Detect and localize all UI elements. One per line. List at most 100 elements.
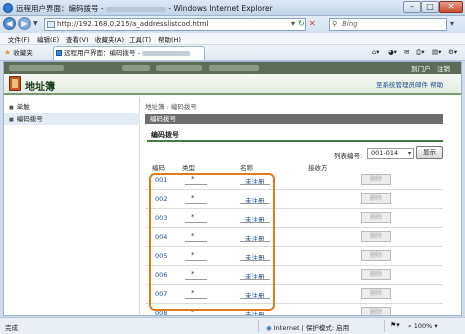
row-type-underline xyxy=(185,222,207,223)
row-code: 006 xyxy=(155,271,168,279)
list-number-select[interactable]: 001-014 ▾ xyxy=(367,148,414,159)
bullet-icon: ■ xyxy=(9,105,14,111)
protected-mode-icon[interactable]: ⚑▾ xyxy=(390,321,400,329)
tools-menu-icon[interactable]: ⚙▾ xyxy=(448,48,457,56)
favorites-bar: ★ 收藏夹 远程用户界面：编码拨号 - ⌂▾ ◕▾ ✉ ⎙▾ ▤▾ ⚙▾ xyxy=(0,45,465,61)
sidebar-item-one-touch[interactable]: ■ 单触 xyxy=(4,101,140,113)
row-code: 008 xyxy=(155,309,168,316)
device-info-redacted xyxy=(122,65,150,71)
print-icon[interactable]: ⎙▾ xyxy=(416,48,424,57)
minimize-button[interactable]: – xyxy=(403,1,421,13)
search-input[interactable]: ⚲ Bing xyxy=(329,18,447,31)
feeds-icon[interactable]: ◕▾ xyxy=(388,48,397,56)
table-row: 001 * 未注册 删除 xyxy=(145,171,443,190)
back-button[interactable]: ◀ xyxy=(3,17,16,30)
menu-view[interactable]: 查看(V) xyxy=(66,34,89,44)
tab-favicon-icon xyxy=(56,50,62,56)
logout-link[interactable]: 注销 xyxy=(437,63,450,73)
maximize-button[interactable]: □ xyxy=(421,1,439,13)
tab-current[interactable]: 远程用户界面：编码拨号 - xyxy=(53,46,205,60)
breadcrumb: 地址簿 : 编码拨号 xyxy=(145,103,197,111)
favorites-button[interactable]: ★ 收藏夹 xyxy=(4,47,33,57)
row-delete-button[interactable]: 删除 xyxy=(361,250,391,261)
menu-edit[interactable]: 编辑(E) xyxy=(37,34,59,44)
zoom-icon: ⌕ xyxy=(408,322,412,330)
sidebar-item-coded-dial[interactable]: ■ 编码拨号 xyxy=(4,113,140,125)
row-delete-button[interactable]: 删除 xyxy=(361,269,391,280)
home-icon[interactable]: ⌂▾ xyxy=(372,48,379,56)
row-type: * xyxy=(191,194,195,202)
section-title-bar: 编码拨号 xyxy=(145,114,443,124)
row-name-underline xyxy=(240,222,270,223)
refresh-icon[interactable]: ↻ xyxy=(298,19,305,28)
row-delete-button[interactable]: 删除 xyxy=(361,174,391,185)
globe-icon: ◉ xyxy=(266,324,272,332)
recent-pages-icon[interactable]: ▼ xyxy=(33,20,38,27)
row-delete-button[interactable]: 删除 xyxy=(361,288,391,299)
row-type: * xyxy=(191,308,195,316)
chevron-down-icon: ▾ xyxy=(407,150,411,157)
table-row: 007 * 未注册 删除 xyxy=(145,285,443,304)
zoom-level[interactable]: ⌕ 100% ▾ xyxy=(408,322,438,331)
ie-logo-icon xyxy=(3,3,13,13)
address-input[interactable]: http://192.168.0.215/a_addresslistcod.ht… xyxy=(44,18,306,31)
row-type-underline xyxy=(185,279,207,280)
status-bar: 完成 ◉ Internet | 保护模式: 启用 ⚑▾ ⌕ 100% ▾ xyxy=(0,317,465,334)
menu-favorites[interactable]: 收藏夹(A) xyxy=(95,34,124,44)
admin-mail-help-link[interactable]: 至系统管理员邮件 帮助 xyxy=(376,79,443,89)
subheading-rule xyxy=(147,140,443,142)
menu-tools[interactable]: 工具(T) xyxy=(129,34,151,44)
row-delete-button[interactable]: 删除 xyxy=(361,193,391,204)
table-row: 003 * 未注册 删除 xyxy=(145,209,443,228)
address-bar-row: ◀ ▶ ▼ http://192.168.0.215/a_addresslist… xyxy=(0,16,465,33)
bullet-icon: ■ xyxy=(9,117,14,123)
row-type-underline xyxy=(185,298,207,299)
security-zone[interactable]: ◉ Internet | 保护模式: 启用 xyxy=(266,322,349,332)
page-header: 地址簿 至系统管理员邮件 帮助 xyxy=(4,74,461,95)
display-button[interactable]: 显示 xyxy=(416,146,443,159)
row-type-underline xyxy=(185,260,207,261)
portal-link[interactable]: 到门户 xyxy=(411,63,431,73)
close-button[interactable]: ✕ xyxy=(439,1,463,13)
search-icon: ⚲ xyxy=(332,20,338,28)
row-name-underline xyxy=(240,298,270,299)
row-type-underline xyxy=(185,203,207,204)
table-row: 002 * 未注册 删除 xyxy=(145,190,443,209)
row-name-underline xyxy=(240,279,270,280)
mail-icon[interactable]: ✉ xyxy=(404,48,409,56)
row-type-underline xyxy=(185,184,207,185)
table-row: 005 * 未注册 删除 xyxy=(145,247,443,266)
page-title: 地址簿 xyxy=(25,82,55,93)
menu-help[interactable]: 帮助(H) xyxy=(158,34,181,44)
search-options-icon[interactable]: ▾ xyxy=(450,19,454,28)
row-type: * xyxy=(191,289,195,297)
page-favicon-icon xyxy=(47,21,55,28)
subheading: 编码拨号 xyxy=(151,131,179,139)
table-row: 008 * 未注册 删除 xyxy=(145,304,443,316)
menu-file[interactable]: 文件(F) xyxy=(8,34,30,44)
row-delete-button[interactable]: 删除 xyxy=(361,307,391,315)
status-text: 完成 xyxy=(5,324,18,332)
device-info-redacted xyxy=(209,65,259,71)
row-delete-button[interactable]: 删除 xyxy=(361,231,391,242)
row-name-link[interactable]: 未注册 xyxy=(245,309,265,315)
status-separator xyxy=(258,320,259,332)
row-type: * xyxy=(191,270,195,278)
row-code: 005 xyxy=(155,252,168,260)
dropdown-icon[interactable]: ▾ xyxy=(291,19,295,28)
page-menu-icon[interactable]: ▤▾ xyxy=(432,48,441,56)
stop-icon[interactable]: ✕ xyxy=(309,19,316,28)
main-content: 地址簿 : 编码拨号 编码拨号 编码拨号 列表编号: 001-014 ▾ 显示 … xyxy=(142,97,461,316)
web-page: 到门户 注销 地址簿 至系统管理员邮件 帮助 ■ 单触 ■ 编码拨号 地址簿 : 编… xyxy=(3,61,462,316)
list-number-label: 列表编号: xyxy=(334,152,363,160)
table-row: 006 * 未注册 删除 xyxy=(145,266,443,285)
row-delete-button[interactable]: 删除 xyxy=(361,212,391,223)
row-code: 003 xyxy=(155,214,168,222)
status-separator xyxy=(384,320,385,332)
row-name-underline xyxy=(240,203,270,204)
forward-button[interactable]: ▶ xyxy=(18,17,31,30)
table-row: 004 * 未注册 删除 xyxy=(145,228,443,247)
device-name-redacted xyxy=(9,65,64,71)
menu-bar: 文件(F) 编辑(E) 查看(V) 收藏夹(A) 工具(T) 帮助(H) xyxy=(0,33,465,45)
page-top-bar: 到门户 注销 xyxy=(4,62,461,74)
